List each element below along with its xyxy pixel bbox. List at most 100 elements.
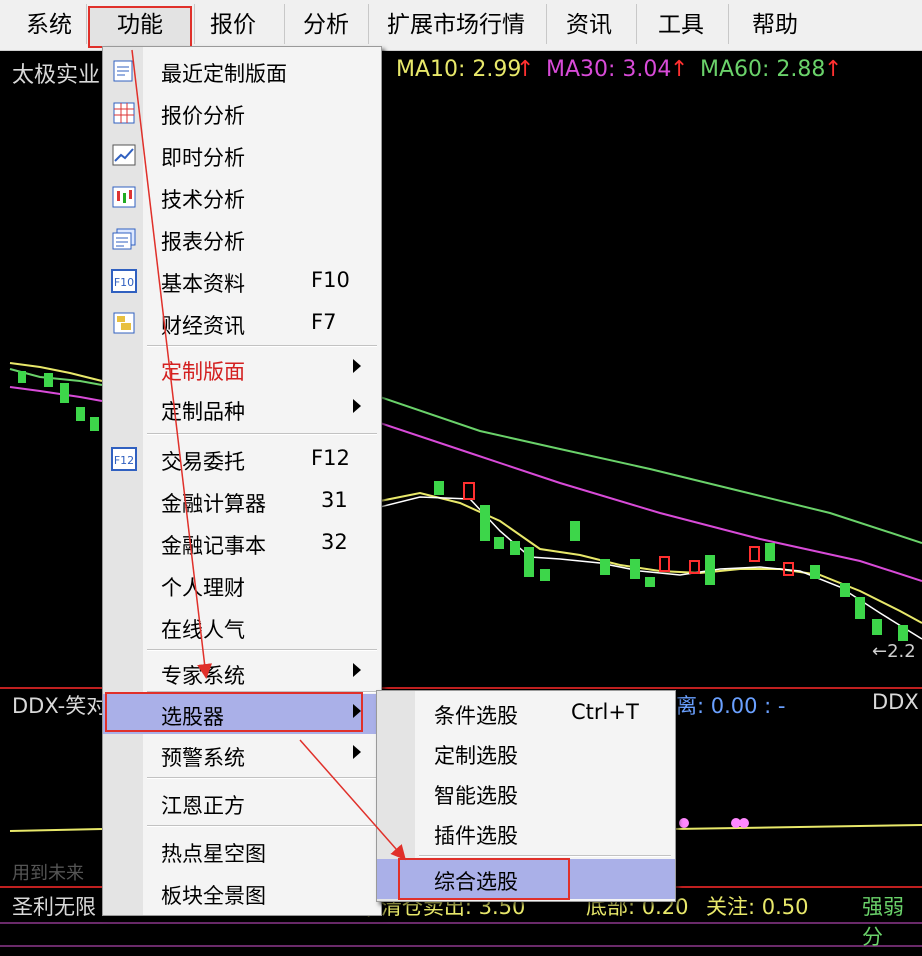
candle bbox=[60, 383, 69, 403]
submenu-arrow-icon bbox=[353, 359, 361, 373]
menu-item-label: 金融计算器 bbox=[161, 492, 266, 516]
menu-item-label: 个人理财 bbox=[161, 576, 245, 600]
menu-item-label: 交易委托 bbox=[161, 450, 245, 474]
ma30-label: MA30: 3.04 bbox=[546, 57, 672, 82]
menu-bar: 系统 功能 报价 分析 扩展市场行情 资讯 工具 帮助 bbox=[0, 0, 922, 51]
menu-system[interactable]: 系统 bbox=[26, 0, 72, 50]
f12-icon: F12 bbox=[111, 447, 137, 471]
candle bbox=[749, 546, 760, 562]
ddx-line bbox=[9, 828, 103, 832]
submenu-arrow-icon bbox=[353, 663, 361, 677]
menu-item-label: 金融记事本 bbox=[161, 534, 266, 558]
candle bbox=[510, 541, 520, 555]
submenu-item-condition-pick[interactable]: 条件选股 Ctrl+T bbox=[377, 693, 675, 733]
menu-separator bbox=[368, 4, 369, 44]
menu-item-shortcut: F12 bbox=[311, 446, 350, 470]
menu-item-realtime-analysis[interactable]: 即时分析 bbox=[103, 135, 381, 175]
submenu-item-custom-pick[interactable]: 定制选股 bbox=[377, 733, 675, 773]
menu-item-shortcut: F7 bbox=[311, 310, 337, 334]
menu-item-sector-panorama[interactable]: 板块全景图 bbox=[103, 873, 381, 913]
menu-item-label: 基本资料 bbox=[161, 272, 245, 296]
candle bbox=[872, 619, 882, 635]
function-menu-dropdown: 最近定制版面 报价分析 即时分析 技术分析 报表分析 F10 基本资料 F10 … bbox=[102, 46, 382, 916]
candle bbox=[659, 556, 670, 572]
stock-picker-highlight-box bbox=[105, 692, 363, 732]
menu-item-shortcut: 32 bbox=[321, 530, 348, 554]
menu-item-label: 技术分析 bbox=[161, 188, 245, 212]
submenu-item-label: 条件选股 bbox=[434, 704, 518, 728]
menu-item-label: 报表分析 bbox=[161, 230, 245, 254]
submenu-arrow-icon bbox=[353, 745, 361, 759]
ma30-line bbox=[379, 422, 922, 582]
finance-news-icon bbox=[113, 312, 135, 334]
menu-item-financial-calculator[interactable]: 金融计算器 31 bbox=[103, 481, 381, 521]
menu-separator bbox=[147, 345, 377, 347]
menu-function[interactable]: 功能 bbox=[117, 0, 163, 50]
menu-quote[interactable]: 报价 bbox=[210, 0, 256, 50]
menu-item-personal-finance[interactable]: 个人理财 bbox=[103, 565, 381, 605]
candle bbox=[494, 537, 504, 549]
menu-item-label: 热点星空图 bbox=[161, 842, 266, 866]
menu-item-trade-order[interactable]: F12 交易委托 F12 bbox=[103, 439, 381, 479]
candle bbox=[705, 555, 715, 585]
menu-item-hotspot-starmap[interactable]: 热点星空图 bbox=[103, 831, 381, 871]
stock-name: 太极实业 bbox=[12, 63, 101, 88]
candle bbox=[630, 559, 640, 579]
quote-analysis-icon bbox=[113, 102, 135, 124]
menu-analysis[interactable]: 分析 bbox=[303, 0, 349, 50]
svg-text:F10: F10 bbox=[114, 276, 134, 289]
menu-item-label: 即时分析 bbox=[161, 146, 245, 170]
menu-item-label: 报价分析 bbox=[161, 104, 245, 128]
submenu-item-label: 插件选股 bbox=[434, 824, 518, 848]
submenu-item-shortcut: Ctrl+T bbox=[571, 700, 639, 724]
menu-separator bbox=[147, 825, 377, 827]
up-arrow-icon: ↑ bbox=[516, 57, 535, 82]
candle bbox=[18, 371, 26, 383]
menu-item-label: 定制品种 bbox=[161, 400, 245, 424]
ma10-label: MA10: 2.99 bbox=[396, 57, 522, 82]
menu-item-technical-analysis[interactable]: 技术分析 bbox=[103, 177, 381, 217]
candle bbox=[810, 565, 820, 579]
signal-dot bbox=[739, 818, 749, 828]
menu-item-basic-info[interactable]: F10 基本资料 F10 bbox=[103, 261, 381, 301]
submenu-item-label: 智能选股 bbox=[434, 784, 518, 808]
menu-tools[interactable]: 工具 bbox=[658, 0, 704, 50]
candle bbox=[90, 417, 99, 431]
signal-dot bbox=[679, 818, 689, 828]
menu-item-recent-layout[interactable]: 最近定制版面 bbox=[103, 51, 381, 91]
menu-separator bbox=[728, 4, 729, 44]
comprehensive-pick-highlight-box bbox=[398, 858, 570, 900]
candle bbox=[434, 481, 444, 495]
candle bbox=[898, 625, 908, 641]
submenu-item-smart-pick[interactable]: 智能选股 bbox=[377, 773, 675, 813]
menu-help[interactable]: 帮助 bbox=[752, 0, 798, 50]
menu-item-gann-square[interactable]: 江恩正方 bbox=[103, 783, 381, 823]
menu-item-online-popularity[interactable]: 在线人气 bbox=[103, 607, 381, 647]
menu-item-financial-notebook[interactable]: 金融记事本 32 bbox=[103, 523, 381, 563]
menu-item-custom-layout[interactable]: 定制版面 bbox=[103, 349, 381, 389]
menu-extended-market[interactable]: 扩展市场行情 bbox=[387, 0, 525, 50]
ma10-line bbox=[379, 491, 922, 624]
menu-item-alert-system[interactable]: 预警系统 bbox=[103, 735, 381, 775]
menu-news[interactable]: 资讯 bbox=[566, 0, 612, 50]
candle bbox=[540, 569, 550, 581]
candle bbox=[689, 560, 700, 574]
menu-separator bbox=[419, 855, 671, 857]
candle bbox=[44, 373, 53, 387]
candle bbox=[76, 407, 85, 421]
menu-item-expert-system[interactable]: 专家系统 bbox=[103, 653, 381, 693]
submenu-item-plugin-pick[interactable]: 插件选股 bbox=[377, 813, 675, 853]
strength-stat: 强弱分 bbox=[862, 895, 904, 949]
candle bbox=[600, 559, 610, 575]
menu-item-finance-news[interactable]: 财经资讯 F7 bbox=[103, 303, 381, 343]
menu-separator bbox=[147, 777, 377, 779]
menu-item-quote-analysis[interactable]: 报价分析 bbox=[103, 93, 381, 133]
menu-item-report-analysis[interactable]: 报表分析 bbox=[103, 219, 381, 259]
ddx-indicator-value: 离: 0.00 : - bbox=[676, 694, 786, 718]
submenu-item-label: 定制选股 bbox=[434, 744, 518, 768]
menu-item-custom-variety[interactable]: 定制品种 bbox=[103, 389, 381, 429]
submenu-arrow-icon bbox=[353, 399, 361, 413]
report-analysis-icon bbox=[112, 228, 136, 250]
menu-item-label: 板块全景图 bbox=[161, 884, 266, 908]
candle bbox=[480, 505, 490, 541]
